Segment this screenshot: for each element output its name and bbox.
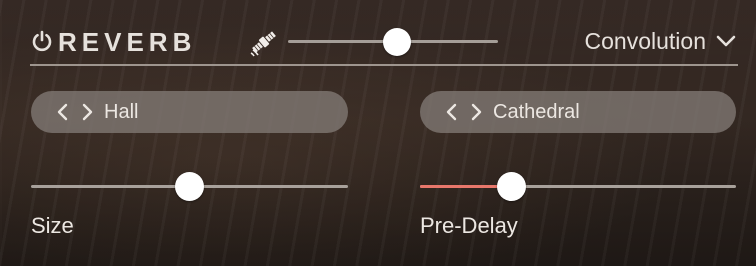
chevron-right-icon[interactable] — [78, 102, 96, 122]
size-label: Size — [31, 213, 74, 238]
mode-dropdown-label: Convolution — [584, 28, 706, 54]
pre-delay-label: Pre-Delay — [420, 213, 518, 238]
header-divider — [30, 64, 738, 66]
power-icon[interactable] — [31, 30, 53, 52]
chevron-left-icon[interactable] — [443, 102, 461, 122]
chevron-left-icon[interactable] — [54, 102, 72, 122]
preset-selector-right[interactable]: Cathedral — [420, 91, 736, 133]
size-slider-handle[interactable] — [175, 172, 204, 201]
module-title: REVERB — [58, 27, 197, 57]
reverb-panel: REVERB Convolution Hall Cathedral Size P… — [0, 0, 756, 266]
pre-delay-slider-handle[interactable] — [497, 172, 527, 201]
preset-selector-left[interactable]: Hall — [31, 91, 348, 133]
chevron-right-icon[interactable] — [467, 102, 485, 122]
satellite-icon — [250, 31, 276, 57]
preset-name-left: Hall — [104, 100, 139, 123]
chevron-down-icon — [716, 35, 736, 47]
mix-slider-handle[interactable] — [383, 28, 412, 56]
preset-name-right: Cathedral — [493, 100, 580, 123]
mode-dropdown[interactable]: Convolution — [585, 26, 736, 56]
